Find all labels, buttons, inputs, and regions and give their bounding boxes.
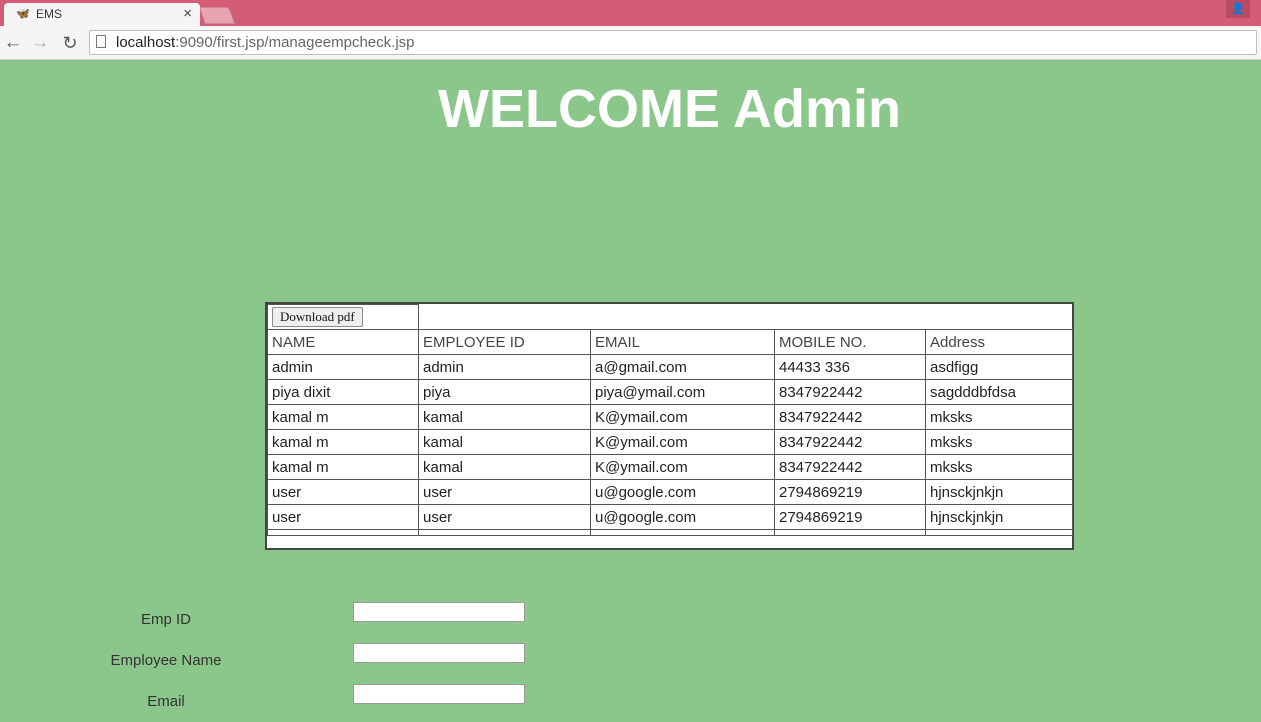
page-title: WELCOME Admin (438, 79, 901, 139)
cell-address: mksks (925, 404, 1073, 430)
cell-address: mksks (925, 429, 1073, 455)
address-bar[interactable]: localhost:9090/first.jsp/manageempcheck.… (89, 30, 1257, 55)
column-header-name: NAME (267, 329, 419, 355)
browser-toolbar: ← → ↻ localhost:9090/first.jsp/manageemp… (0, 26, 1261, 60)
empty-cell (774, 529, 926, 536)
cell-employee-id: user (418, 479, 591, 505)
cell-address: hjnsckjnkjn (925, 504, 1073, 530)
cell-employee-id: piya (418, 379, 591, 405)
cell-email: K@ymail.com (590, 404, 775, 430)
download-pdf-button[interactable]: Download pdf (272, 307, 363, 327)
new-tab-button[interactable] (198, 7, 236, 24)
close-tab-icon[interactable]: × (183, 5, 192, 22)
cell-email: a@gmail.com (590, 354, 775, 380)
browser-tab-active[interactable]: 🦋 EMS × (4, 3, 200, 26)
cell-address: hjnsckjnkjn (925, 479, 1073, 505)
cell-employee-id: admin (418, 354, 591, 380)
employee-name-label: Employee Name (110, 652, 222, 669)
cell-employee-id: kamal (418, 404, 591, 430)
cell-address: asdfigg (925, 354, 1073, 380)
cell-mobile: 2794869219 (774, 504, 926, 530)
cell-name: admin (267, 354, 419, 380)
cell-email: u@google.com (590, 479, 775, 505)
column-header-address: Address (925, 329, 1073, 355)
emp-id-label: Emp ID (140, 611, 191, 628)
table-row-empty (267, 529, 1073, 536)
employee-table-container: Download pdf NAME EMPLOYEE ID EMAIL MOBI… (265, 302, 1074, 550)
table-row: admin admin a@gmail.com 44433 336 asdfig… (267, 354, 1073, 380)
favicon-icon: 🦋 (16, 8, 30, 20)
cell-name: kamal m (267, 429, 419, 455)
tab-title: EMS (36, 7, 63, 21)
cell-name: user (267, 479, 419, 505)
table-row: kamal m kamal K@ymail.com 8347922442 mks… (267, 429, 1073, 455)
cell-email: u@google.com (590, 504, 775, 530)
cell-mobile: 8347922442 (774, 404, 926, 430)
cell-mobile: 8347922442 (774, 379, 926, 405)
cell-mobile: 8347922442 (774, 429, 926, 455)
empty-cell (925, 529, 1073, 536)
cell-mobile: 8347922442 (774, 454, 926, 480)
download-row: Download pdf (267, 304, 1073, 330)
tab-strip: 🦋 EMS × 👤 (0, 0, 1261, 26)
empty-cell (267, 529, 419, 536)
column-header-employee-id: EMPLOYEE ID (418, 329, 591, 355)
email-input[interactable] (353, 684, 525, 704)
url-host: localhost (116, 34, 176, 51)
employee-name-input[interactable] (353, 643, 525, 663)
cell-email: piya@ymail.com (590, 379, 775, 405)
email-label: Email (147, 693, 185, 710)
cell-email: K@ymail.com (590, 429, 775, 455)
reload-icon[interactable]: ↻ (59, 32, 81, 54)
cell-mobile: 2794869219 (774, 479, 926, 505)
table-header-row: NAME EMPLOYEE ID EMAIL MOBILE NO. Addres… (267, 329, 1073, 355)
cell-address: mksks (925, 454, 1073, 480)
emp-id-input[interactable] (353, 602, 525, 622)
cell-employee-id: user (418, 504, 591, 530)
column-header-email: EMAIL (590, 329, 775, 355)
cell-email: K@ymail.com (590, 454, 775, 480)
empty-cell (418, 529, 591, 536)
employee-table: Download pdf NAME EMPLOYEE ID EMAIL MOBI… (267, 304, 1073, 536)
column-header-mobile: MOBILE NO. (774, 329, 926, 355)
download-cell: Download pdf (267, 304, 419, 330)
cell-mobile: 44433 336 (774, 354, 926, 380)
url-path: :9090/first.jsp/manageempcheck.jsp (175, 34, 415, 51)
empty-cell (590, 529, 775, 536)
back-arrow-icon[interactable]: ← (2, 32, 24, 54)
cell-employee-id: kamal (418, 454, 591, 480)
cell-name: user (267, 504, 419, 530)
cell-name: kamal m (267, 404, 419, 430)
cell-address: sagdddbfdsa (925, 379, 1073, 405)
cell-employee-id: kamal (418, 429, 591, 455)
table-row: kamal m kamal K@ymail.com 8347922442 mks… (267, 404, 1073, 430)
cell-name: kamal m (267, 454, 419, 480)
empty-cell (418, 304, 1073, 330)
profile-icon[interactable]: 👤 (1226, 0, 1250, 18)
url-text: localhost:9090/first.jsp/manageempcheck.… (116, 34, 415, 51)
table-row: kamal m kamal K@ymail.com 8347922442 mks… (267, 454, 1073, 480)
table-row: piya dixit piya piya@ymail.com 834792244… (267, 379, 1073, 405)
forward-arrow-icon[interactable]: → (29, 32, 51, 54)
table-row: user user u@google.com 2794869219 hjnsck… (267, 504, 1073, 530)
cell-name: piya dixit (267, 379, 419, 405)
page-icon (96, 35, 106, 48)
table-row: user user u@google.com 2794869219 hjnsck… (267, 479, 1073, 505)
